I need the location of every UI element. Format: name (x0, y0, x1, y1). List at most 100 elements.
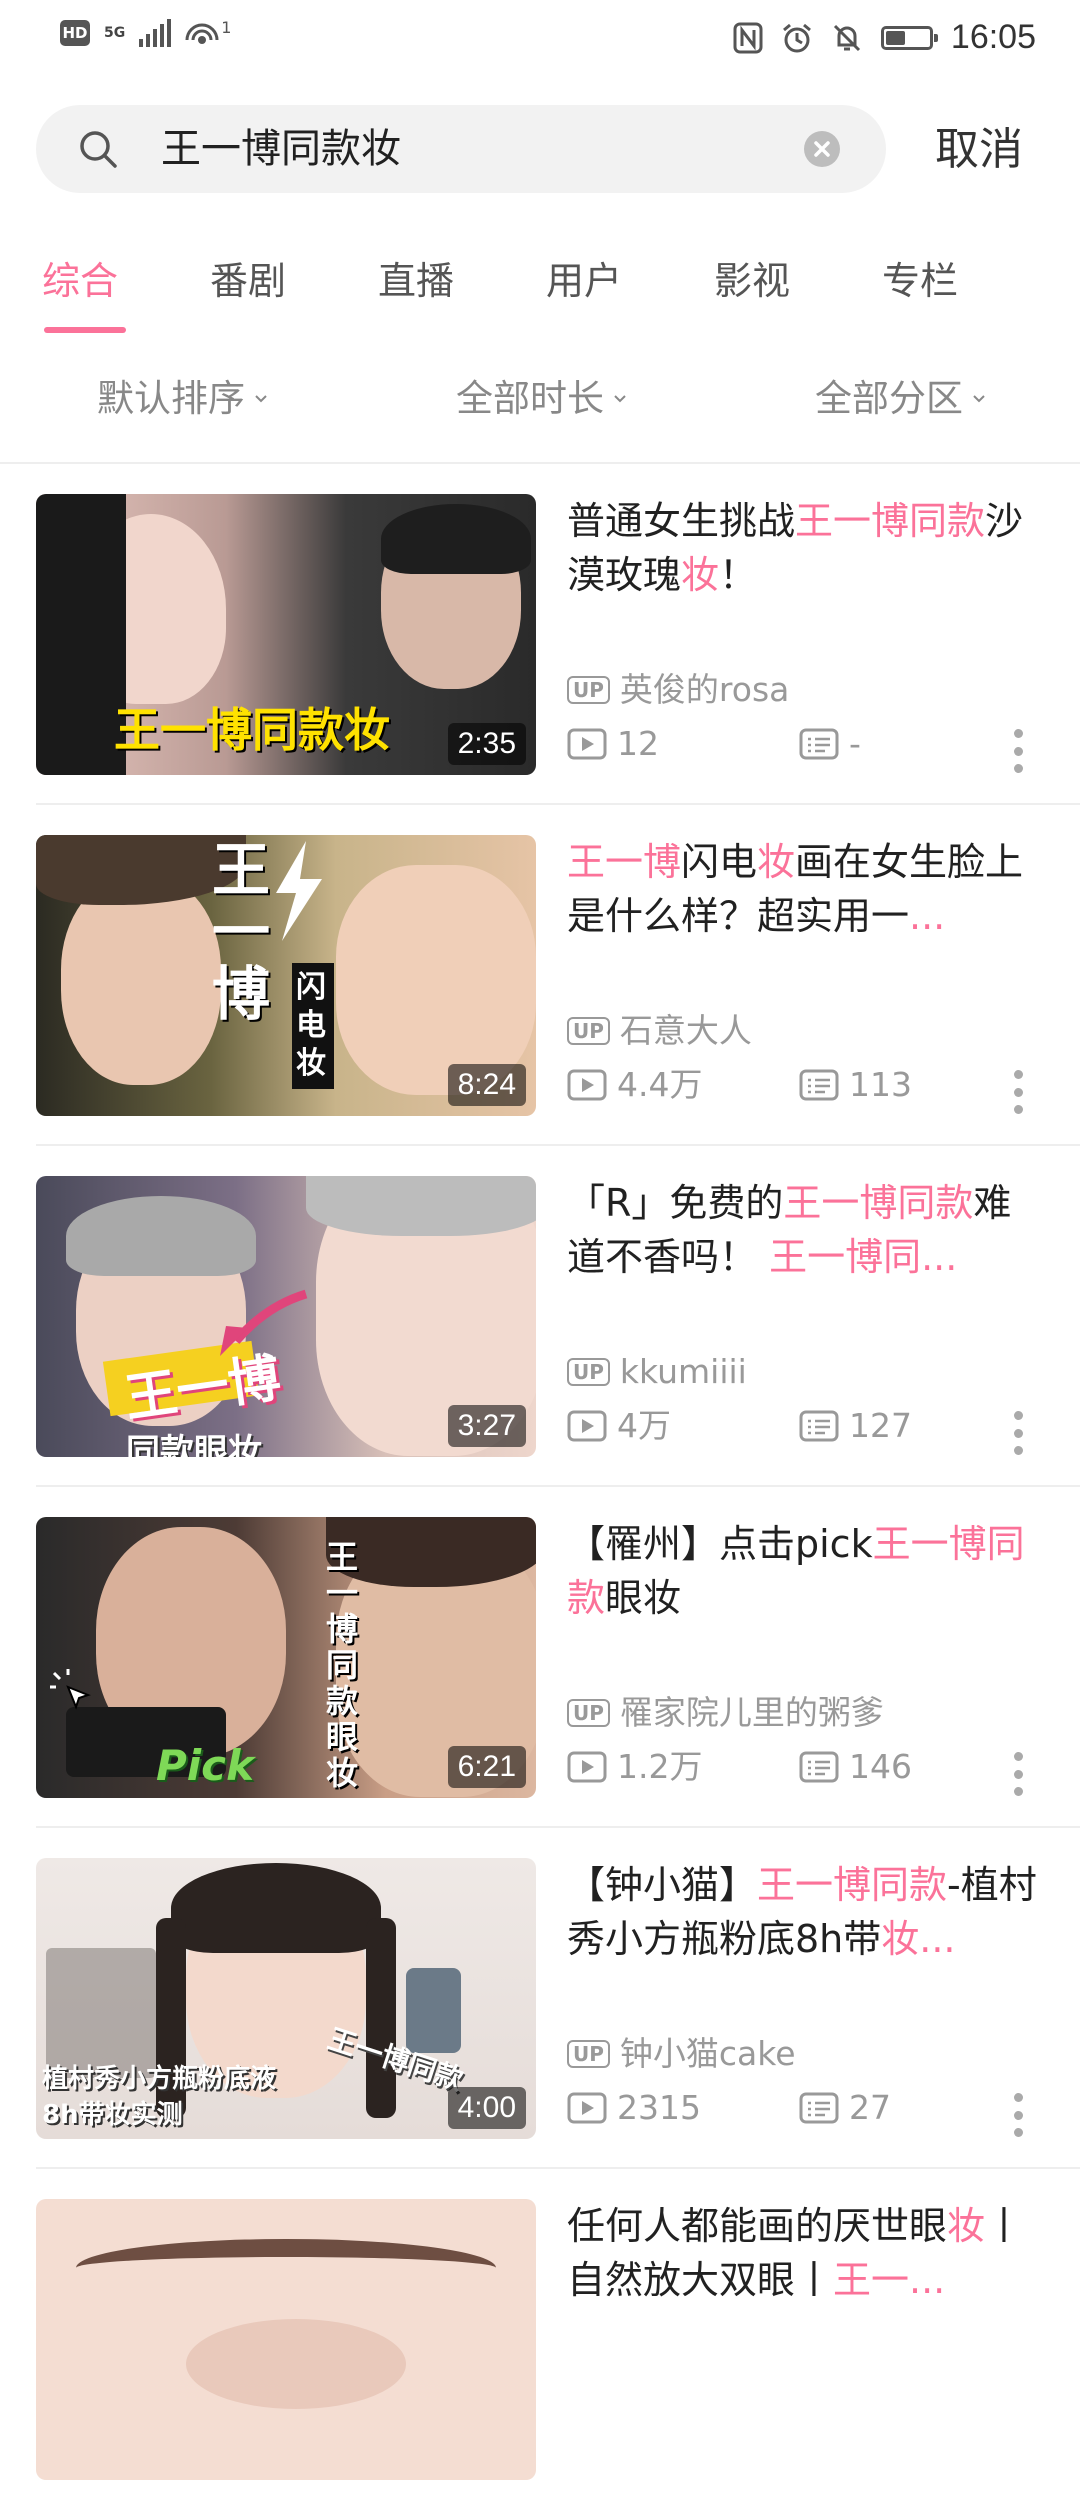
danmaku-count: 127 (799, 1404, 912, 1448)
up-badge: UP (567, 1699, 610, 1727)
video-duration: 3:27 (447, 1405, 526, 1447)
view-count-value: 12 (617, 724, 659, 763)
clear-icon[interactable] (804, 131, 840, 167)
up-badge: UP (567, 676, 610, 704)
title-keyword-highlight: 妆 (681, 553, 720, 597)
video-item[interactable]: 植村秀小方瓶粉底液 8h带妆实测 王一博同款 4:00 【钟小猫】王一博同款-植… (0, 1828, 1080, 2169)
danmaku-count: 27 (799, 2086, 891, 2130)
video-title[interactable]: 普通女生挑战王一博同款沙漠玫瑰妆！ (567, 494, 1037, 602)
more-options-icon[interactable] (1010, 2093, 1026, 2137)
thumbnail-caption: 王一博同款眼妆 (326, 1538, 359, 1792)
title-segment: 闪电 (681, 840, 758, 884)
title-segment: 普通女生挑战 (567, 499, 796, 543)
video-item[interactable]: 王一博 同款眼妆 3:27 「R」免费的王一博同款难道不香吗！ 王一博同... … (0, 1146, 1080, 1487)
video-duration: 2:35 (447, 723, 526, 765)
play-count-icon (567, 1751, 607, 1783)
title-keyword-highlight: 王一... (833, 2258, 946, 2302)
uploader-row[interactable]: UP 英俊的rosa (567, 670, 789, 710)
video-duration: 4:00 (447, 2087, 526, 2129)
more-options-icon[interactable] (1010, 729, 1026, 773)
more-options-icon[interactable] (1010, 1070, 1026, 1114)
tab-anime[interactable]: 番剧 (210, 255, 286, 307)
tab-comprehensive[interactable]: 综合 (42, 255, 118, 307)
status-bar: HD 5G 1 16:05 (0, 0, 1080, 80)
tab-movies[interactable]: 影视 (714, 255, 790, 307)
uploader-row[interactable]: UP 罹家院儿里的粥爹 (567, 1693, 884, 1733)
thumbnail-caption: 王一博同款妆 (114, 703, 390, 757)
view-count: 4.4万 (567, 1063, 702, 1107)
tab-live[interactable]: 直播 (378, 255, 454, 307)
clock: 16:05 (950, 18, 1036, 56)
danmaku-icon (799, 1069, 839, 1101)
uploader-row[interactable]: UP 石意大人 (567, 1011, 752, 1051)
nfc-icon (733, 22, 763, 53)
tab-active-indicator (44, 327, 126, 333)
filter-category-label: 全部分区 (815, 377, 963, 420)
title-keyword-highlight: 王一博同款 (783, 1181, 974, 1225)
video-duration: 6:21 (447, 1746, 526, 1788)
thumbnail-caption: Pick (156, 1741, 255, 1790)
video-title[interactable]: 任何人都能画的厌世眼妆丨自然放大双眼丨王一... (567, 2199, 1037, 2307)
danmaku-count: - (799, 722, 861, 766)
video-item[interactable]: 王一博同款妆 2:35 普通女生挑战王一博同款沙漠玫瑰妆！ UP 英俊的rosa… (0, 464, 1080, 805)
uploader-row[interactable]: UP 钟小猫cake (567, 2034, 796, 2074)
danmaku-count: 146 (799, 1745, 912, 1789)
arrow-icon (220, 1289, 308, 1356)
hotspot-count: 1 (221, 17, 232, 37)
video-title[interactable]: 王一博闪电妆画在女生脸上是什么样？超实用一... (567, 835, 1037, 943)
video-thumbnail[interactable]: 王一博 同款眼妆 3:27 (36, 1176, 536, 1457)
battery-icon (880, 25, 938, 50)
chevron-down-icon (255, 395, 267, 403)
danmaku-count-value: 113 (849, 1065, 912, 1104)
thumbnail-caption: 闪电妆 (292, 963, 334, 1089)
more-options-icon[interactable] (1010, 1411, 1026, 1455)
tab-users[interactable]: 用户 (546, 255, 622, 307)
uploader-name: kkumiiii (619, 1352, 747, 1391)
view-count: 4万 (567, 1404, 671, 1448)
danmaku-icon (799, 2092, 839, 2124)
video-thumbnail[interactable]: 王一博 闪电妆 8:24 (36, 835, 536, 1116)
danmaku-count: 113 (799, 1063, 912, 1107)
tab-bar: 综合 番剧 直播 用户 影视 专栏 (0, 245, 1080, 335)
more-options-icon[interactable] (1010, 1752, 1026, 1796)
hd-badge: HD (60, 20, 90, 46)
title-keyword-highlight: 妆... (881, 1917, 956, 1961)
filter-sort[interactable]: 默认排序 (97, 373, 269, 425)
video-thumbnail[interactable]: 植村秀小方瓶粉底液 8h带妆实测 王一博同款 4:00 (36, 1858, 536, 2139)
video-thumbnail[interactable]: 王一博同款妆 2:35 (36, 494, 536, 775)
chevron-down-icon (614, 395, 626, 403)
video-item[interactable]: 王一博 闪电妆 8:24 王一博闪电妆画在女生脸上是什么样？超实用一... UP… (0, 805, 1080, 1146)
uploader-name: 英俊的rosa (619, 670, 790, 709)
title-keyword-highlight: 妆 (947, 2204, 986, 2248)
title-segment: 【钟小猫】 (567, 1863, 758, 1907)
thumbnail-caption: 8h带妆实测 (42, 2100, 183, 2130)
uploader-name: 石意大人 (619, 1011, 752, 1050)
alarm-icon (782, 23, 811, 52)
danmaku-count-value: 27 (849, 2088, 891, 2127)
play-count-icon (567, 728, 607, 760)
filter-category[interactable]: 全部分区 (815, 373, 987, 425)
search-input[interactable]: 王一博同款妆 (36, 105, 886, 193)
video-stats: 4.4万 113 (567, 1063, 1047, 1107)
video-title[interactable]: 【罹州】点击pick王一博同款眼妆 (567, 1517, 1037, 1625)
uploader-name: 罹家院儿里的粥爹 (619, 1693, 884, 1732)
uploader-row[interactable]: UP kkumiiii (567, 1352, 747, 1392)
thumbnail-caption: 同款眼妆 (126, 1432, 262, 1457)
cursor-icon (50, 1669, 91, 1710)
video-title[interactable]: 【钟小猫】王一博同款-植村秀小方瓶粉底8h带妆... (567, 1858, 1037, 1966)
cancel-button[interactable]: 取消 (935, 118, 1023, 182)
search-query: 王一博同款妆 (161, 126, 401, 172)
title-segment: 任何人都能画的厌世眼 (567, 2204, 948, 2248)
title-segment: 【罹州】点击pick (567, 1522, 873, 1566)
video-thumbnail[interactable]: 王一博同款眼妆 Pick 6:21 (36, 1517, 536, 1798)
video-item[interactable]: 王一博同款眼妆 Pick 6:21 【罹州】点击pick王一博同款眼妆 UP 罹… (0, 1487, 1080, 1828)
view-count-value: 4万 (617, 1406, 671, 1445)
thumbnail-caption: 王一博 (212, 836, 271, 1028)
filter-bar: 默认排序 全部时长 全部分区 (0, 365, 1080, 435)
search-icon (80, 131, 117, 168)
tab-columns[interactable]: 专栏 (882, 255, 958, 307)
play-count-icon (567, 1069, 607, 1101)
view-count-value: 1.2万 (617, 1747, 703, 1786)
video-title[interactable]: 「R」免费的王一博同款难道不香吗！ 王一博同... (567, 1176, 1037, 1284)
filter-duration[interactable]: 全部时长 (456, 373, 628, 425)
